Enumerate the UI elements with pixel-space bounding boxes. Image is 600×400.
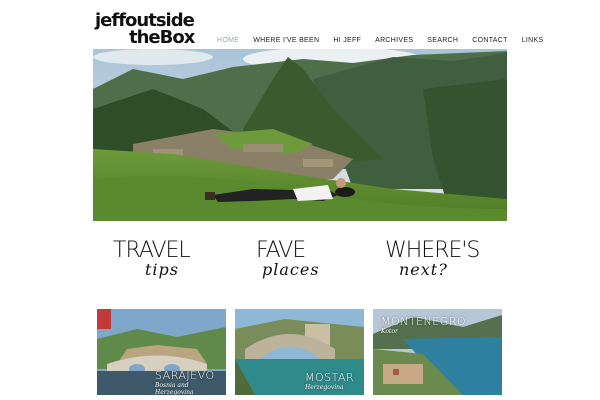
logo-line-2: theBox	[129, 27, 195, 48]
main-nav: HOME WHERE I'VE BEEN HI JEFF ARCHIVES SE…	[210, 37, 550, 44]
promo-big-text: WHERE'S	[385, 238, 480, 263]
thumb-caption: MOSTAR Herzegovina	[305, 371, 354, 391]
thumb-mostar[interactable]: MOSTAR Herzegovina	[235, 309, 364, 395]
site-logo[interactable]: jeffoutside theBox	[95, 12, 210, 48]
promo-fave-places[interactable]: FAVE places	[256, 240, 376, 288]
promo-wheres-next[interactable]: WHERE'S next?	[385, 240, 505, 288]
nav-where-ive-been[interactable]: WHERE I'VE BEEN	[246, 37, 326, 44]
nav-archives[interactable]: ARCHIVES	[368, 37, 420, 44]
thumb-title: MONTENEGRO	[381, 315, 467, 328]
thumb-title: SARAJEVO	[155, 369, 215, 382]
nav-hi-jeff[interactable]: HI JEFF	[326, 37, 368, 44]
thumb-subtitle: Bosnia and Herzegovina	[155, 382, 194, 395]
promo-big-text: FAVE	[256, 238, 306, 263]
promo-script-text: tips	[145, 260, 179, 279]
thumb-caption: MONTENEGRO Kotor	[381, 315, 466, 335]
nav-links[interactable]: LINKS	[515, 37, 551, 44]
promo-travel-tips[interactable]: TRAVEL tips	[113, 240, 233, 288]
hero-image	[93, 49, 507, 221]
nav-home[interactable]: HOME	[210, 37, 246, 44]
promo-big-text: TRAVEL	[113, 238, 191, 263]
promo-script-text: next?	[399, 260, 448, 279]
thumb-montenegro[interactable]: MONTENEGRO Kotor	[373, 309, 502, 395]
nav-search[interactable]: SEARCH	[420, 37, 465, 44]
thumb-title: MOSTAR	[305, 371, 355, 384]
thumb-subtitle: Herzegovina	[305, 384, 344, 391]
thumb-caption: SARAJEVO Bosnia and Herzegovina	[155, 369, 226, 395]
nav-contact[interactable]: CONTACT	[465, 37, 514, 44]
promo-script-text: places	[262, 260, 320, 279]
thumb-subtitle: Kotor	[381, 328, 398, 335]
thumb-sarajevo[interactable]: SARAJEVO Bosnia and Herzegovina	[97, 309, 226, 395]
